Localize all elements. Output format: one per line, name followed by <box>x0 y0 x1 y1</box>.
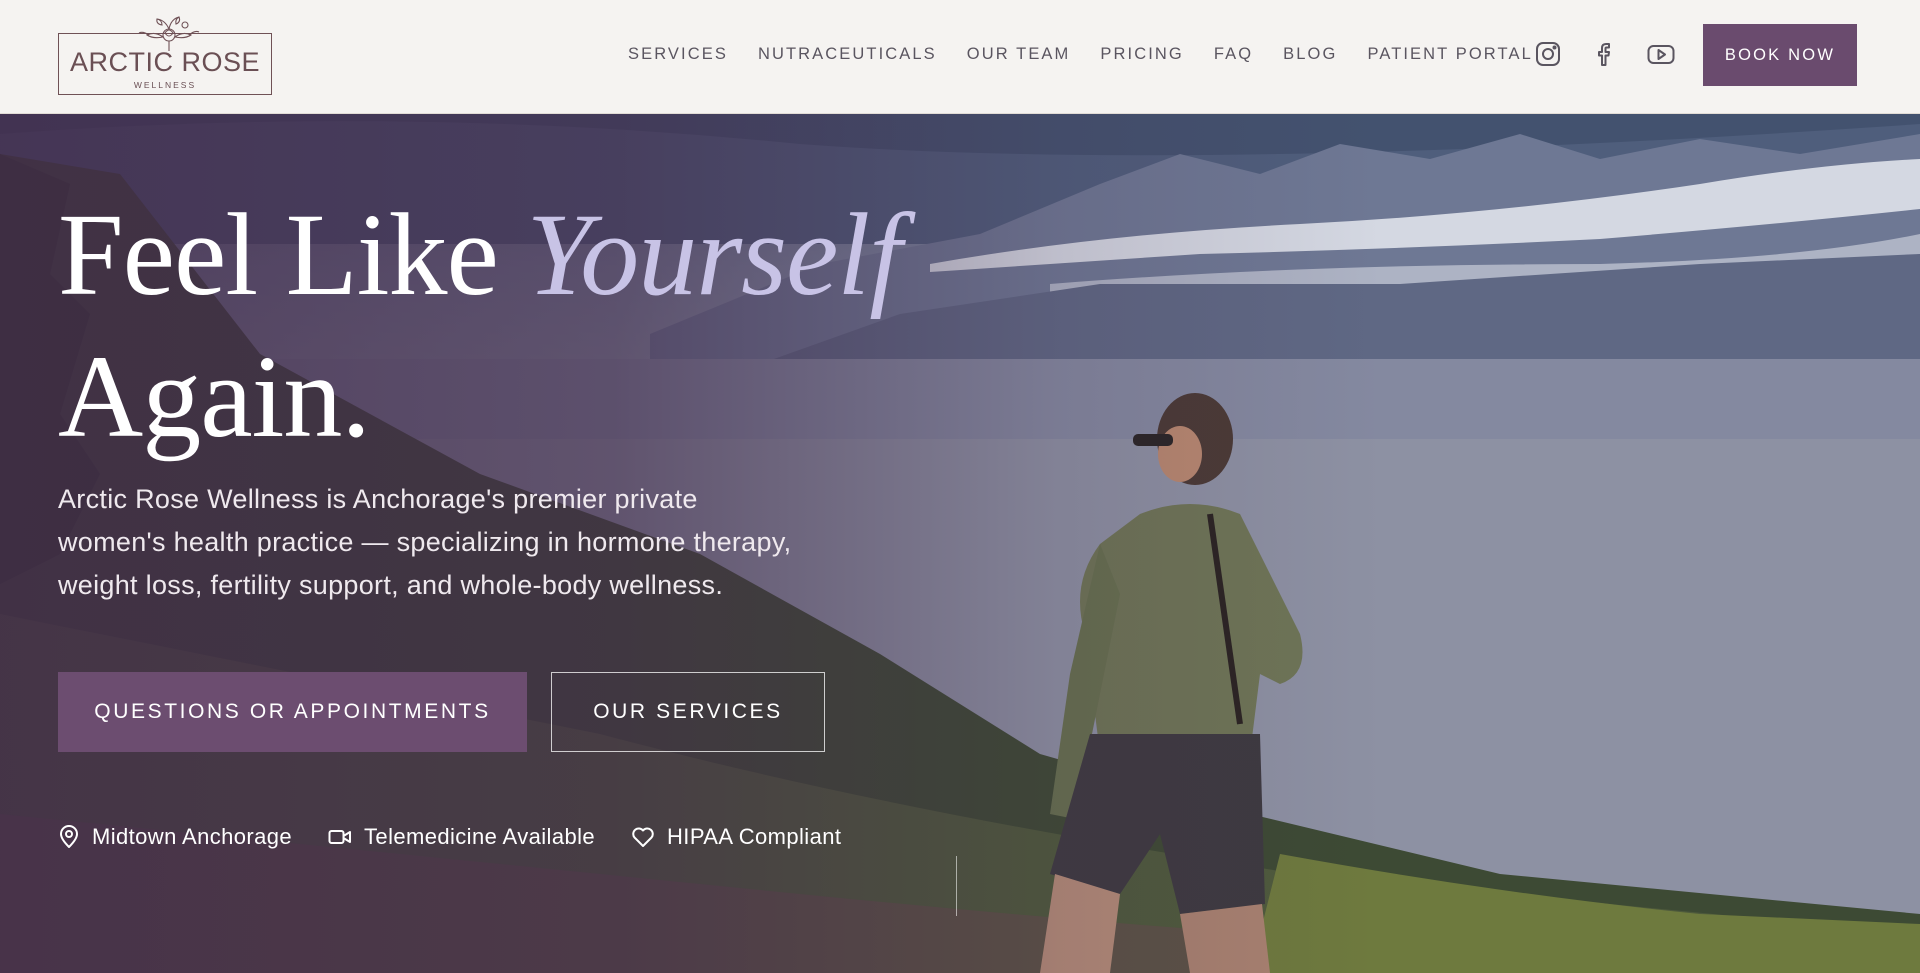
rose-logo-icon <box>138 16 200 51</box>
brand-logo[interactable]: ARCTIC ROSE WELLNESS <box>58 16 272 95</box>
book-now-button[interactable]: BOOK NOW <box>1703 24 1857 86</box>
questions-or-appointments-button[interactable]: QUESTIONS OR APPOINTMENTS <box>58 672 527 752</box>
feature-location-label: Midtown Anchorage <box>92 824 293 849</box>
feature-location: Midtown Anchorage <box>58 824 292 850</box>
scroll-indicator-line <box>956 856 957 916</box>
site-header: ARCTIC ROSE WELLNESS SERVICES NUTRACEUTI… <box>0 0 1920 114</box>
headline-part-2: Again. <box>58 331 371 462</box>
hero-description: Arctic Rose Wellness is Anchorage's prem… <box>58 484 792 600</box>
headline-part-1: Feel Like <box>58 189 527 320</box>
map-pin-icon <box>60 825 78 848</box>
main-nav: SERVICES NUTRACEUTICALS OUR TEAM PRICING… <box>628 0 1563 108</box>
nav-services[interactable]: SERVICES <box>628 45 728 64</box>
hero-features: Midtown Anchorage Telemedicine Available… <box>58 824 877 850</box>
feature-hipaa: HIPAA Compliant <box>631 824 841 850</box>
nav-faq[interactable]: FAQ <box>1214 45 1253 64</box>
video-camera-icon <box>328 830 352 844</box>
nav-pricing[interactable]: PRICING <box>1100 45 1183 64</box>
logo-subtitle: WELLNESS <box>133 79 197 90</box>
nav-nutraceuticals[interactable]: NUTRACEUTICALS <box>758 45 937 64</box>
feature-hipaa-label: HIPAA Compliant <box>667 824 842 849</box>
nav-blog[interactable]: BLOG <box>1283 45 1337 64</box>
feature-telemedicine-label: Telemedicine Available <box>364 824 596 849</box>
hero-headline: Feel Like Yourself Again. <box>58 184 958 468</box>
our-services-button[interactable]: OUR SERVICES <box>551 672 825 752</box>
facebook-icon[interactable] <box>1589 38 1621 70</box>
instagram-icon[interactable] <box>1532 38 1564 70</box>
heart-icon <box>632 827 654 847</box>
nav-our-team[interactable]: OUR TEAM <box>967 45 1071 64</box>
feature-telemedicine: Telemedicine Available <box>328 824 595 850</box>
nav-patient-portal[interactable]: PATIENT PORTAL <box>1367 45 1532 64</box>
hero-section: Feel Like Yourself Again. Arctic Rose Wel… <box>0 114 1920 973</box>
youtube-icon[interactable] <box>1645 38 1677 70</box>
headline-accent: Yourself <box>526 189 902 320</box>
